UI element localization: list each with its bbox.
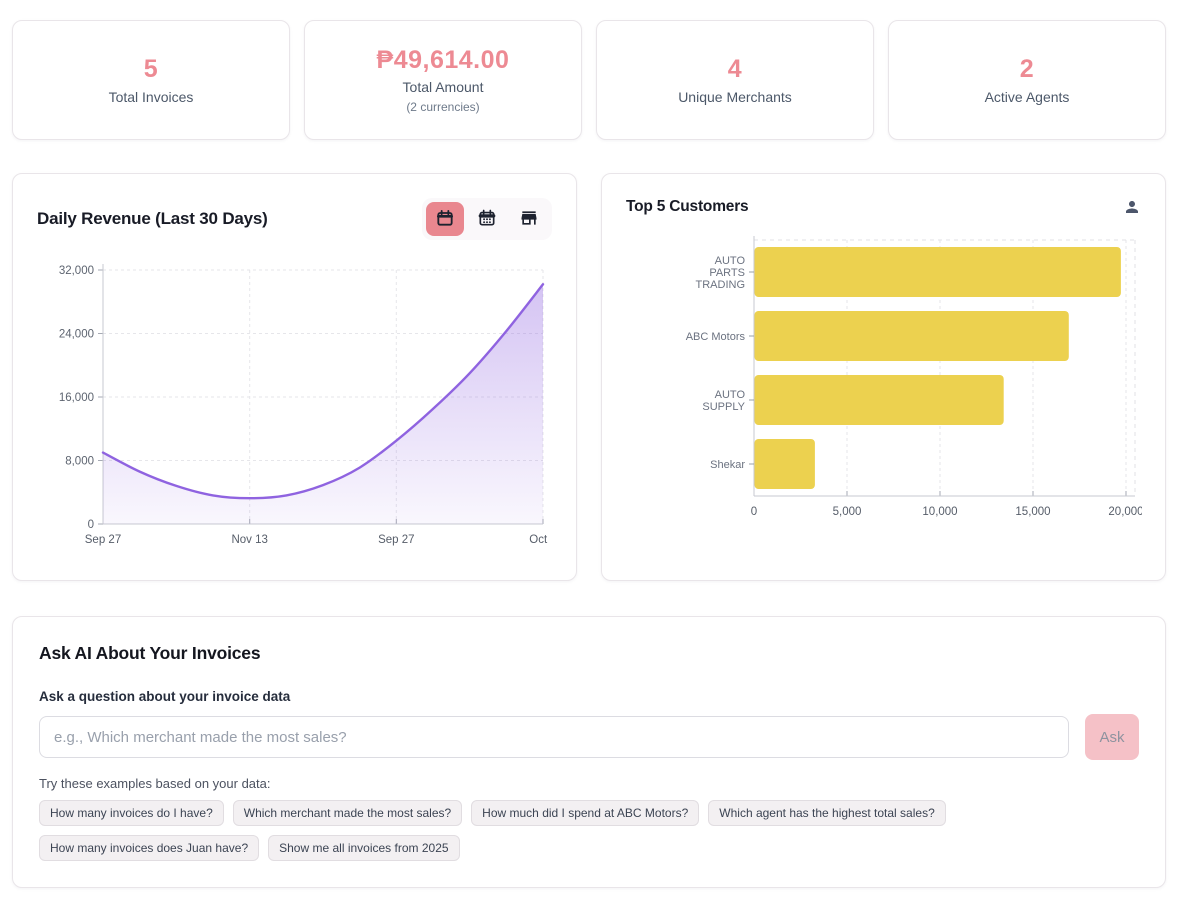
calendar-days-icon: [477, 208, 497, 231]
revenue-area-chart: 0 8,000 16,000 24,000 32,000 Sep 27 Nov 13 Sep …: [37, 254, 551, 556]
example-chips: How many invoices do I have? Which mercha…: [39, 800, 989, 861]
top-customers-header: Top 5 Customers: [626, 198, 1141, 216]
revenue-chart-toolbar: [422, 198, 552, 240]
stat-card: 4 Unique Merchants: [596, 20, 874, 140]
daily-revenue-card: Daily Revenue (Last 30 Days): [12, 173, 577, 581]
charts-row: Daily Revenue (Last 30 Days): [12, 173, 1166, 581]
svg-text:24,000: 24,000: [59, 329, 94, 341]
stat-sublabel: (2 currencies): [406, 100, 479, 114]
ask-ai-card: Ask AI About Your Invoices Ask a questio…: [12, 616, 1166, 888]
example-chip[interactable]: Show me all invoices from 2025: [268, 835, 459, 861]
svg-text:0: 0: [751, 506, 757, 518]
example-chip[interactable]: How many invoices do I have?: [39, 800, 224, 826]
ask-question-input[interactable]: [39, 716, 1069, 758]
svg-text:15,000: 15,000: [1015, 506, 1050, 518]
svg-text:Sep 27: Sep 27: [378, 534, 414, 546]
stat-value: 5: [144, 55, 158, 84]
ask-button[interactable]: Ask: [1085, 714, 1139, 760]
ask-input-row: Ask: [39, 714, 1139, 760]
svg-text:20,000: 20,000: [1108, 506, 1142, 518]
svg-text:Shekar: Shekar: [710, 459, 745, 471]
stat-card: ₱49,614.00 Total Amount (2 currencies): [304, 20, 582, 140]
daily-revenue-header: Daily Revenue (Last 30 Days): [37, 198, 552, 240]
svg-text:32,000: 32,000: [59, 265, 94, 277]
example-chip[interactable]: How many invoices does Juan have?: [39, 835, 259, 861]
stat-label: Total Invoices: [109, 89, 194, 105]
storefront-icon: [519, 208, 539, 231]
svg-text:16,000: 16,000: [59, 392, 94, 404]
top-customers-card: Top 5 Customers 0 5,000 10,000 15,000 20,000…: [601, 173, 1166, 581]
svg-text:0: 0: [88, 519, 94, 531]
calendar-view-button[interactable]: [426, 202, 464, 236]
svg-text:Nov 13: Nov 13: [231, 534, 267, 546]
stat-value: 2: [1020, 55, 1034, 84]
customers-bar-chart: 0 5,000 10,000 15,000 20,000 AUTOPARTSTRADING…: [626, 230, 1142, 532]
svg-text:Oct 1: Oct 1: [529, 534, 551, 546]
ask-question-label: Ask a question about your invoice data: [39, 689, 1139, 704]
svg-text:Sep 27: Sep 27: [85, 534, 121, 546]
svg-text:5,000: 5,000: [833, 506, 862, 518]
example-chip[interactable]: Which merchant made the most sales?: [233, 800, 462, 826]
svg-text:AUTOPARTSTRADING: AUTOPARTSTRADING: [696, 255, 746, 291]
svg-text:AUTOSUPPLY: AUTOSUPPLY: [702, 389, 745, 413]
daily-revenue-title: Daily Revenue (Last 30 Days): [37, 209, 268, 229]
stat-card: 5 Total Invoices: [12, 20, 290, 140]
calendar-days-view-button[interactable]: [468, 202, 506, 236]
examples-label: Try these examples based on your data:: [39, 776, 1139, 791]
stat-card: 2 Active Agents: [888, 20, 1166, 140]
top-customers-title: Top 5 Customers: [626, 198, 748, 216]
stat-value: 4: [728, 55, 742, 84]
stats-row: 5 Total Invoices ₱49,614.00 Total Amount (2 …: [12, 20, 1166, 140]
svg-text:ABC Motors: ABC Motors: [686, 331, 746, 343]
svg-text:8,000: 8,000: [65, 456, 94, 468]
stat-label: Total Amount: [403, 79, 484, 95]
ask-ai-title: Ask AI About Your Invoices: [39, 643, 1139, 664]
person-icon: [1123, 198, 1141, 216]
invoice-dashboard: 5 Total Invoices ₱49,614.00 Total Amount (2 …: [0, 0, 1183, 912]
stat-label: Active Agents: [985, 89, 1070, 105]
stat-value: ₱49,614.00: [377, 46, 510, 75]
stat-label: Unique Merchants: [678, 89, 792, 105]
calendar-icon: [435, 208, 455, 231]
svg-text:10,000: 10,000: [922, 506, 957, 518]
example-chip[interactable]: Which agent has the highest total sales?: [708, 800, 945, 826]
example-chip[interactable]: How much did I spend at ABC Motors?: [471, 800, 699, 826]
merchant-view-button[interactable]: [510, 202, 548, 236]
